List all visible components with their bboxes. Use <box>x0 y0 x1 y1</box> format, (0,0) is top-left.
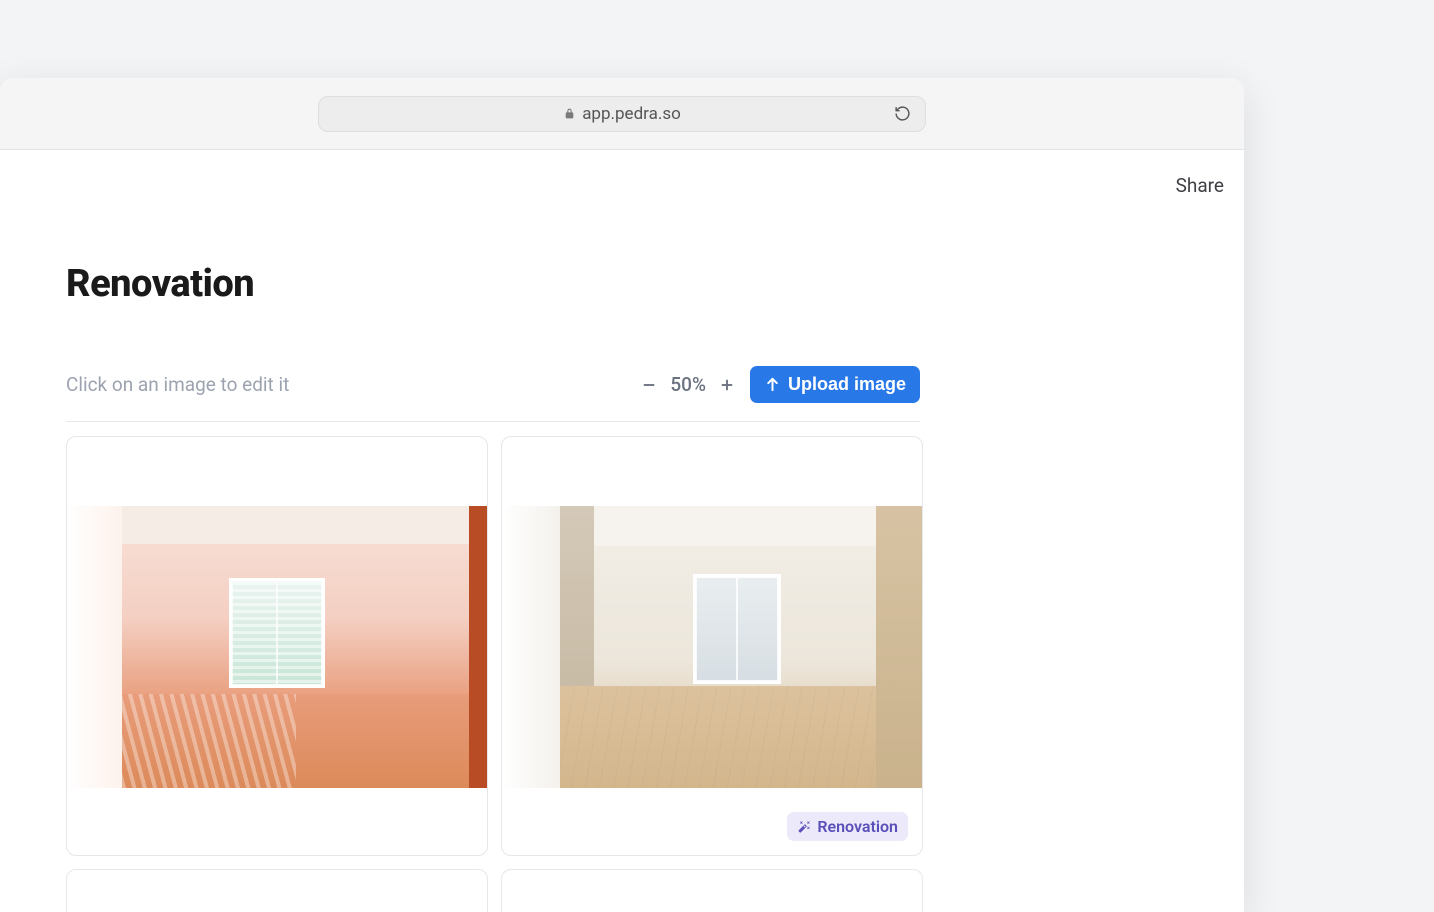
lock-icon <box>563 107 576 120</box>
image-card-empty-1[interactable] <box>66 869 488 912</box>
edit-hint: Click on an image to edit it <box>66 373 289 396</box>
address-content: app.pedra.so <box>563 104 681 124</box>
page-content: Renovation Click on an image to edit it … <box>0 150 1244 912</box>
upload-image-button[interactable]: Upload image <box>750 366 920 403</box>
upload-label: Upload image <box>788 374 906 395</box>
image-card-renovated[interactable]: Renovation <box>501 436 923 856</box>
browser-chrome: app.pedra.so <box>0 78 1244 150</box>
toolbar: Click on an image to edit it 50% <box>66 366 920 422</box>
share-link[interactable]: Share <box>1176 174 1224 197</box>
reload-icon[interactable] <box>894 105 911 122</box>
zoom-controls: 50% <box>638 373 738 396</box>
image-gallery: Renovation <box>66 436 926 912</box>
zoom-in-button[interactable] <box>716 374 738 396</box>
tag-label: Renovation <box>817 817 898 836</box>
wand-icon <box>797 820 811 834</box>
minus-icon <box>640 376 658 394</box>
renovation-tag: Renovation <box>787 812 908 841</box>
page-title: Renovation <box>66 262 1244 306</box>
plus-icon <box>718 376 736 394</box>
toolbar-right: 50% Upload image <box>638 366 920 403</box>
image-card-empty-2[interactable] <box>501 869 923 912</box>
upload-icon <box>764 376 781 393</box>
address-bar[interactable]: app.pedra.so <box>318 96 926 132</box>
address-text: app.pedra.so <box>582 104 681 124</box>
page-viewport: Share Renovation Click on an image to ed… <box>0 150 1244 912</box>
browser-window: app.pedra.so Share Renovation Click on a… <box>0 78 1244 912</box>
room-image-renovated <box>502 506 922 788</box>
room-image-original <box>67 506 487 788</box>
zoom-value: 50% <box>670 373 706 396</box>
image-card-original[interactable] <box>66 436 488 856</box>
zoom-out-button[interactable] <box>638 374 660 396</box>
